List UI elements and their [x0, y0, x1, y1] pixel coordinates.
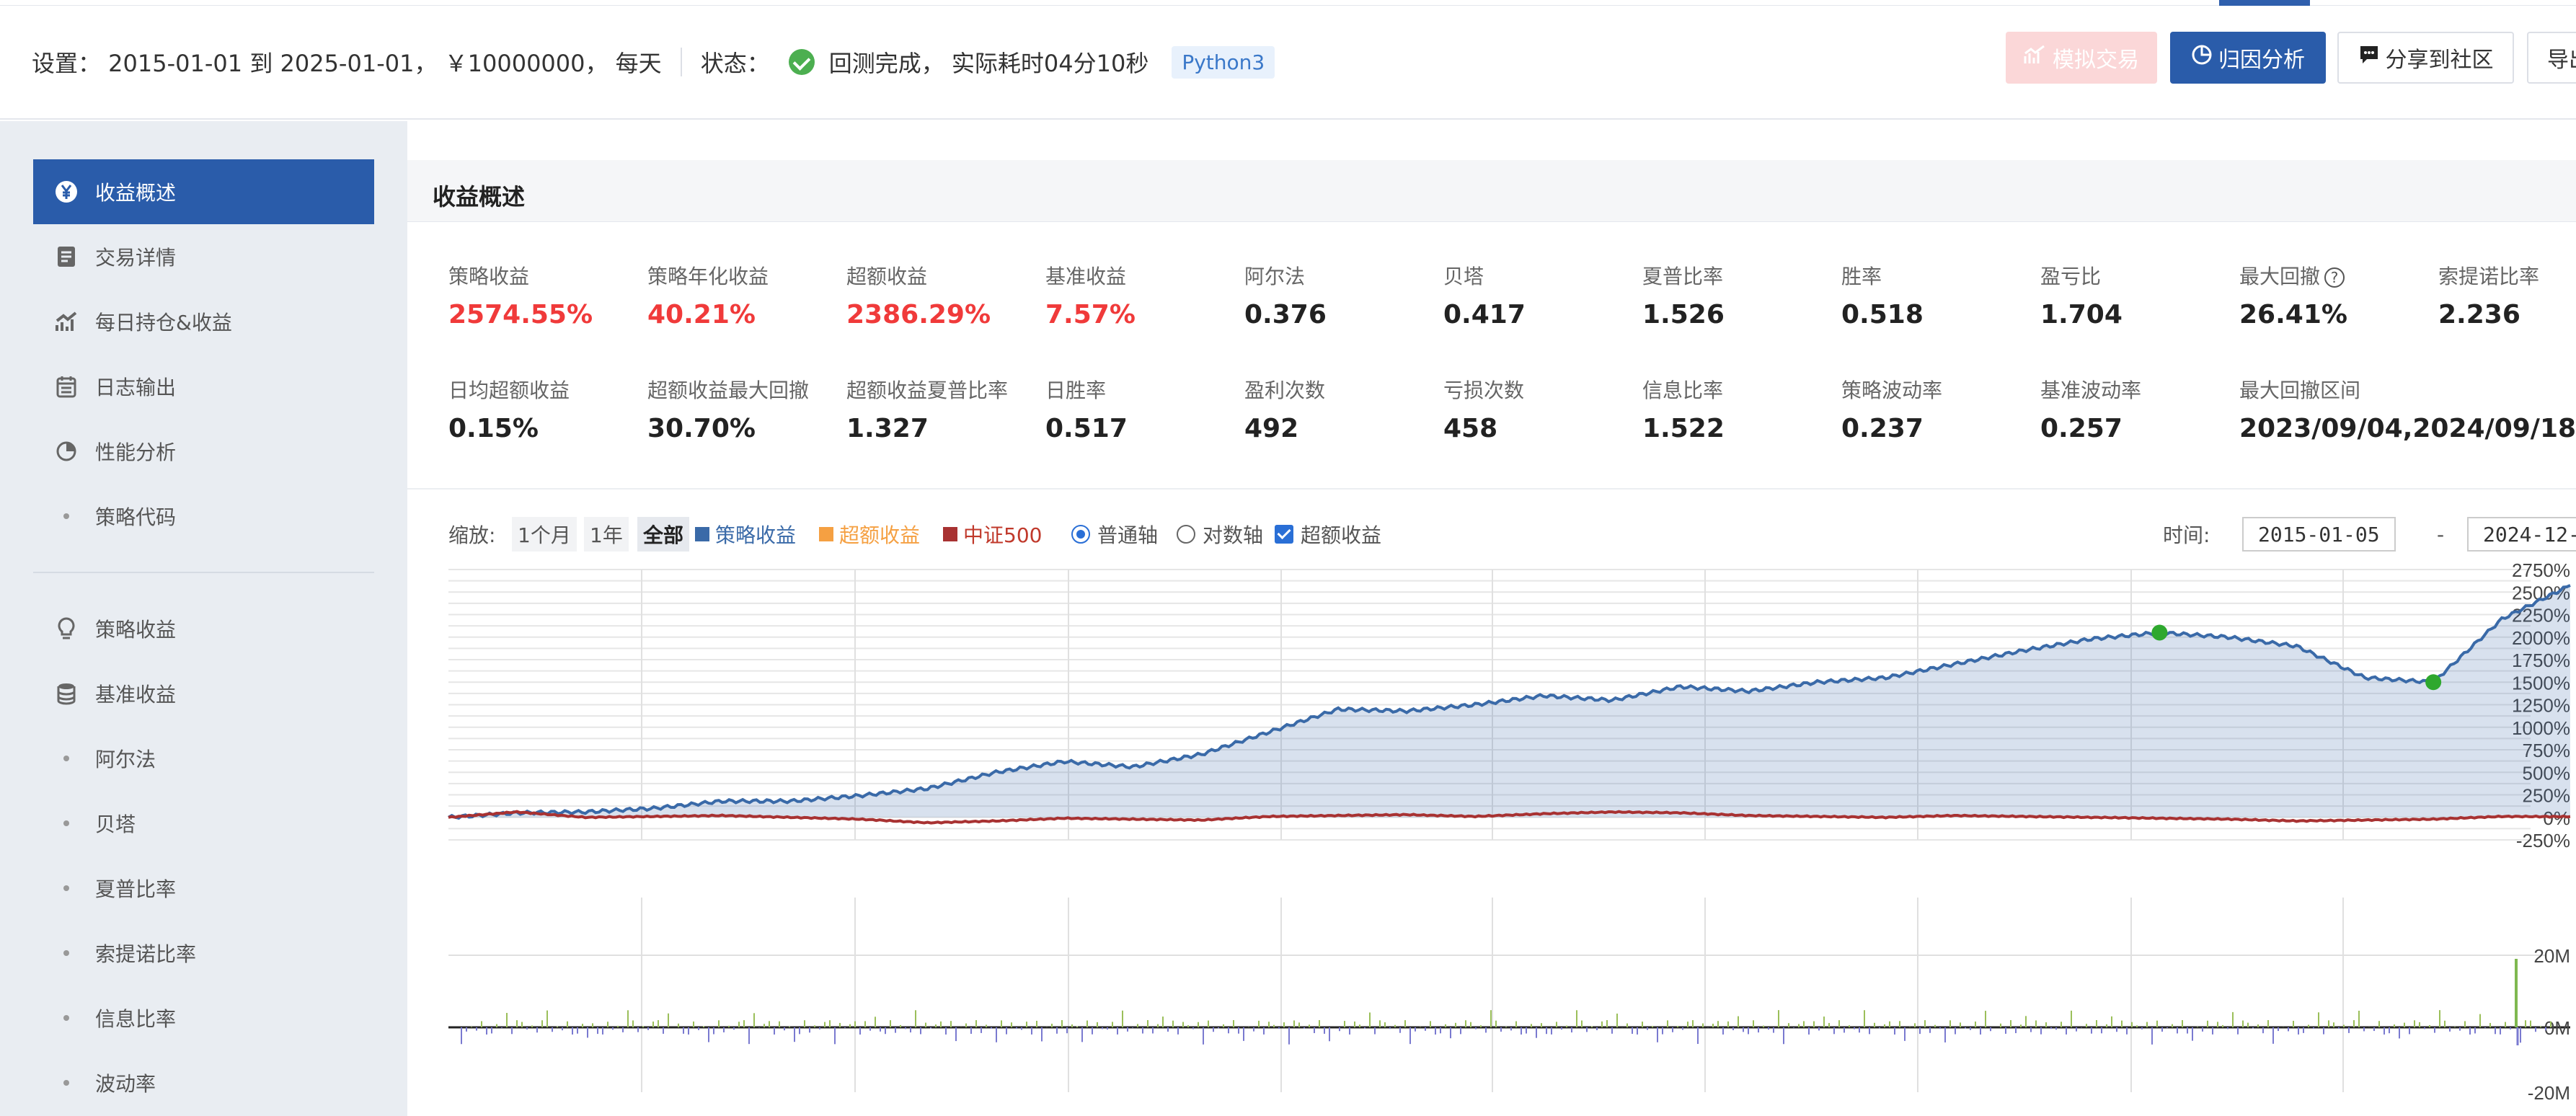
drawdown-start-marker — [2151, 624, 2168, 641]
returns-chart[interactable]: 2750%2500%2250%2000%1750%1500%1250%1000%… — [0, 0, 2576, 1116]
y-tick-label: -250% — [2516, 830, 2570, 851]
drawdown-end-marker — [2425, 674, 2442, 691]
y-tick-label: 0M — [2544, 1017, 2570, 1039]
y-tick-label: -20M — [2528, 1082, 2570, 1104]
y-tick-label: 2750% — [2512, 559, 2570, 581]
y-tick-label: 20M — [2533, 945, 2570, 967]
